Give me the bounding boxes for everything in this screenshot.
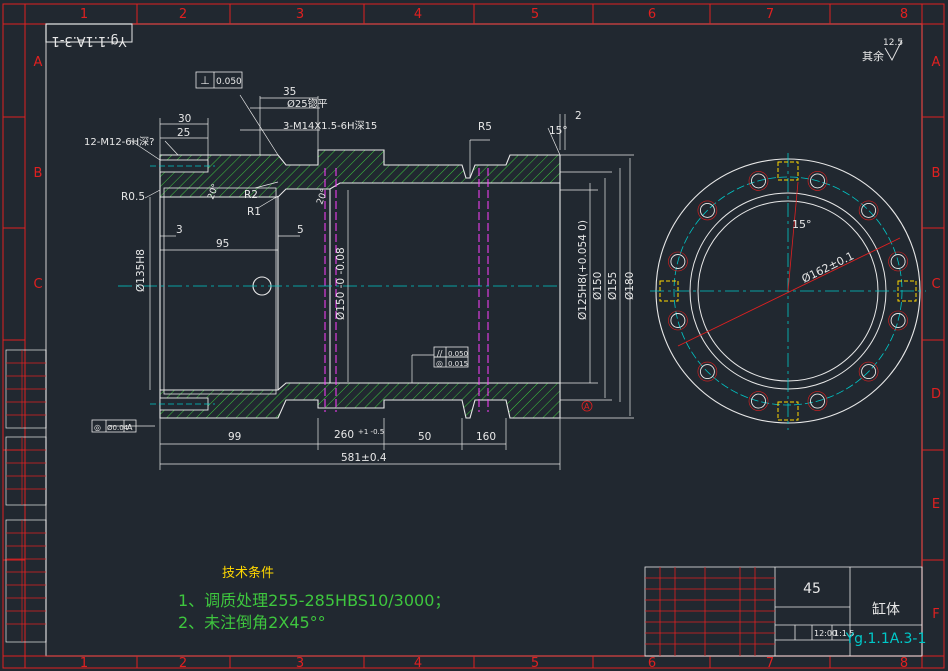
r5-label: R5 [478, 121, 492, 133]
svg-text:12.5: 12.5 [883, 38, 903, 48]
row-label-c: C [33, 277, 42, 292]
r1-label: R1 [247, 206, 261, 218]
hole-25-label: Ø25锪平 [287, 97, 328, 110]
row-label-b: B [34, 166, 43, 181]
row-label-f: F [932, 607, 939, 622]
side-angle-15: 15° [792, 218, 812, 231]
dim-50: 50 [418, 431, 431, 443]
col-label-1-bottom: 1 [80, 656, 88, 671]
title-part-name: 缸体 [872, 601, 900, 618]
col-label-6: 6 [648, 7, 656, 22]
r2-label: R2 [244, 189, 258, 201]
dim-95: 95 [216, 238, 229, 250]
coaxial-symbol: ◎ [94, 423, 101, 432]
col-label-1: 1 [80, 7, 88, 22]
dim-dia-155: Ø155 [607, 272, 619, 300]
col-label-5-bottom: 5 [531, 656, 539, 671]
row-label-e: E [932, 497, 940, 512]
side-view [650, 153, 926, 430]
dim-260-tol: +1 -0.5 [358, 428, 384, 436]
coaxial-tolerance: Ø0.04 [107, 424, 129, 432]
row-label-d: D [931, 387, 941, 402]
angle-15: 15° [549, 125, 568, 137]
dim-2: 2 [575, 110, 582, 122]
dim-3: 3 [176, 224, 183, 236]
title-drawing-number: Yg.1.1A.3-1 [845, 631, 927, 647]
dim-5: 5 [297, 224, 304, 236]
side-dia-162: Ø162±0.1 [800, 249, 856, 285]
angle-20-b: 20° [315, 188, 330, 206]
sheet-frame [2, 3, 945, 669]
dim-dia-135: Ø135H8 [135, 249, 147, 292]
r05-label: R0.5 [121, 191, 145, 203]
tech-line-2: 2、未注倒角2X45°° [178, 613, 326, 632]
col-label-2: 2 [179, 7, 187, 22]
row-label-c-right: C [931, 277, 940, 292]
dim-dia-150-bore: Ø150 -0 -0.08 [335, 247, 347, 320]
cad-drawing: 1 2 3 4 5 6 7 8 1 2 3 4 5 6 7 8 A B C D … [2, 3, 945, 671]
bottom-wall-section [159, 382, 561, 419]
bolt-hole [751, 393, 766, 409]
datum-a-label: A [584, 402, 590, 411]
bolt-hole [670, 313, 686, 328]
row-label-a: A [34, 55, 43, 70]
col-label-3: 3 [296, 7, 304, 22]
thread-12-label: 12-M12-6H深? [84, 136, 154, 148]
dim-260: 260 [334, 429, 354, 441]
dim-25: 25 [177, 127, 190, 139]
dim-99: 99 [228, 431, 241, 443]
cylindricity-symbol: ◎ [436, 359, 443, 368]
dim-dia-150: Ø150 [592, 272, 604, 300]
rotated-drawing-number: Yg.1.1A.3-1 [45, 23, 133, 48]
perp-symbol: ⊥ [200, 74, 210, 87]
coaxial-datum: A [127, 423, 133, 432]
col-label-6-bottom: 6 [648, 656, 656, 671]
col-label-7-bottom: 7 [766, 656, 774, 671]
top-wall-section [159, 149, 561, 198]
cylindricity-tolerance: 0.015 [448, 360, 468, 368]
thread-3-label: 3-M14X1.5-6H深15 [283, 120, 377, 132]
col-label-7: 7 [766, 7, 774, 22]
dim-581: 581±0.4 [341, 452, 387, 464]
col-label-5: 5 [531, 7, 539, 22]
dim-dia-125: Ø125H8(+0.054 0) [577, 220, 589, 320]
svg-text:其余: 其余 [862, 49, 884, 63]
col-label-2-bottom: 2 [179, 656, 187, 671]
col-label-4-bottom: 4 [414, 656, 422, 671]
row-label-b-right: B [932, 166, 941, 181]
parallel-symbol: // [437, 349, 443, 358]
dim-30: 30 [178, 113, 191, 125]
left-revision-strips [5, 349, 47, 643]
parallel-tolerance: 0.050 [448, 350, 468, 358]
dim-dia-180: Ø180 [624, 272, 636, 300]
dim-35: 35 [283, 86, 296, 98]
col-label-3-bottom: 3 [296, 656, 304, 671]
perp-tolerance: 0.050 [216, 77, 242, 87]
tech-line-1: 1、调质处理255-285HBS10/3000； [178, 591, 450, 610]
title-material: 45 [803, 581, 821, 597]
col-label-8-bottom: 8 [900, 656, 908, 671]
roughness-symbol: 其余 12.5 [862, 38, 903, 63]
col-label-8: 8 [900, 7, 908, 22]
row-label-a-right: A [932, 55, 941, 70]
svg-text:Yg.1.1A.3-1: Yg.1.1A.3-1 [51, 33, 127, 48]
bolt-hole [861, 202, 877, 218]
tech-requirements: 技术条件 1、调质处理255-285HBS10/3000； 2、未注倒角2X45… [178, 565, 450, 632]
dim-160: 160 [476, 431, 496, 443]
col-label-4: 4 [414, 7, 422, 22]
tech-title: 技术条件 [222, 565, 274, 581]
